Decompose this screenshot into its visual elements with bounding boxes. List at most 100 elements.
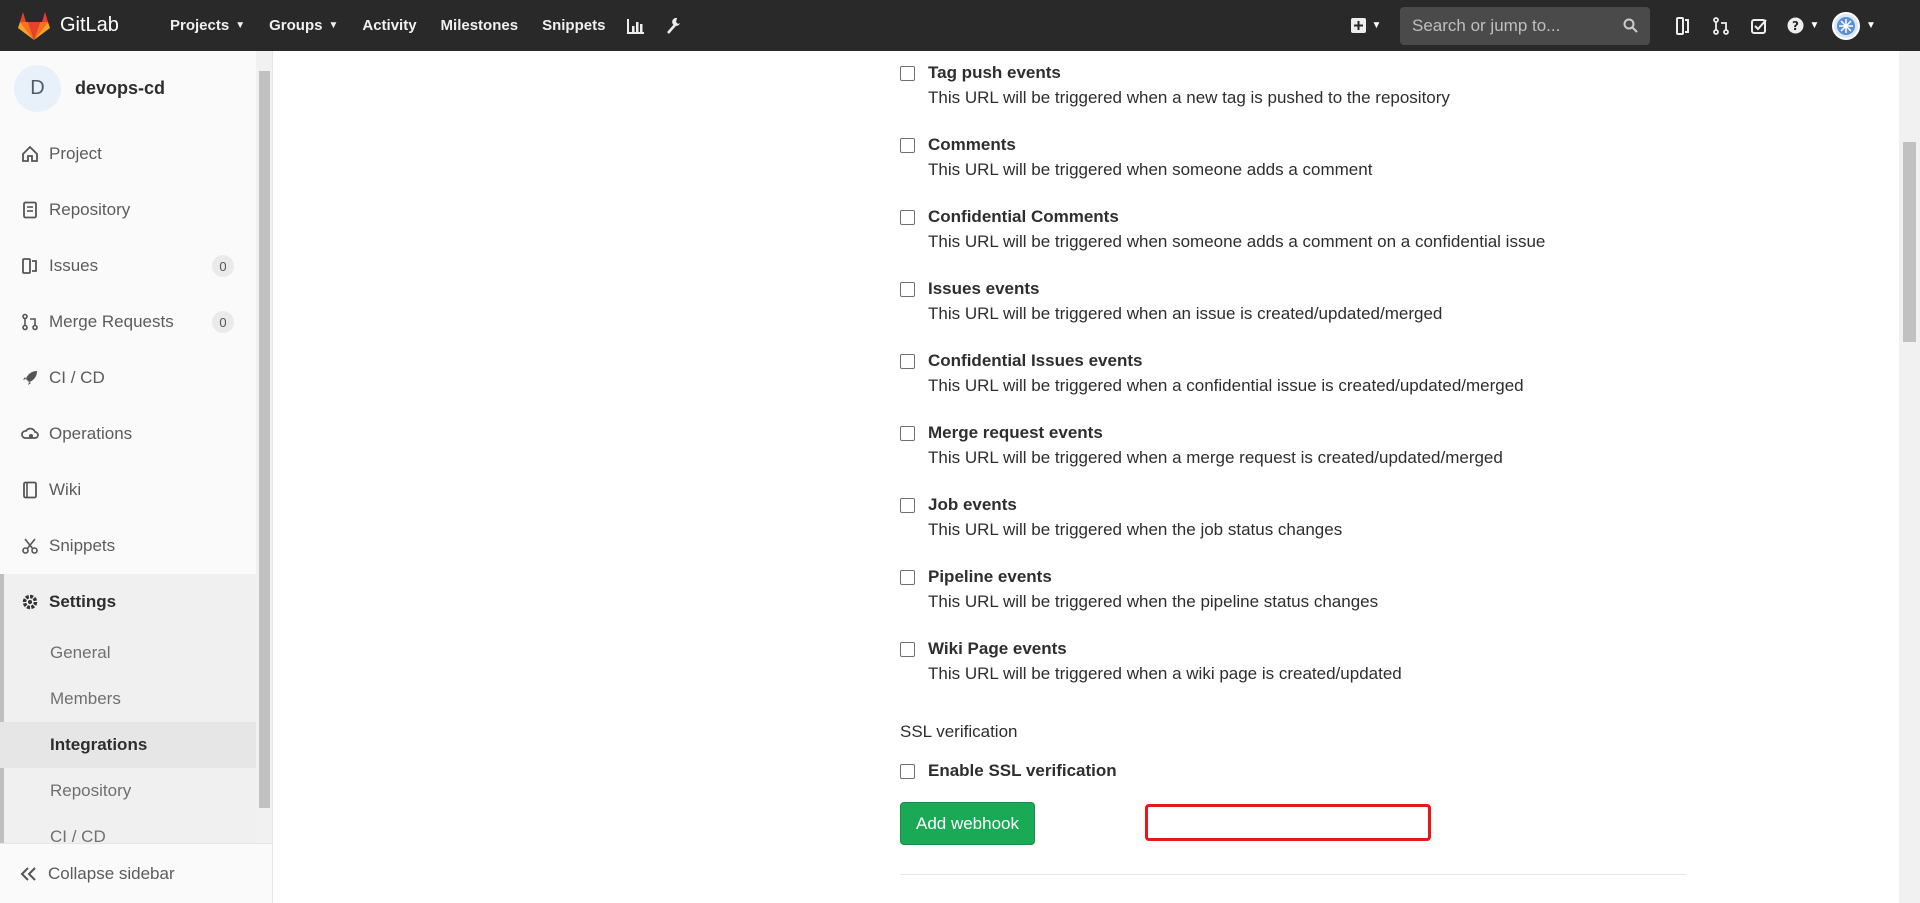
sidebar-item-project[interactable]: Project [0, 126, 272, 182]
event-description: This URL will be triggered when someone … [928, 232, 1546, 251]
event-description: This URL will be triggered when the pipe… [928, 592, 1379, 611]
chevron-down-icon: ▼ [1809, 20, 1820, 31]
sidebar-item-operations[interactable]: Operations [0, 406, 272, 462]
event-description: This URL will be triggered when a merge … [928, 448, 1503, 467]
settings-subitem-integrations[interactable]: Integrations [0, 722, 272, 768]
search-icon [1623, 18, 1638, 33]
chevron-down-icon: ▼ [235, 20, 246, 31]
event-checkbox[interactable] [900, 281, 915, 297]
nav-groups[interactable]: Groups ▼ [257, 0, 350, 51]
sidebar-item-merge-requests[interactable]: Merge Requests 0 [0, 294, 272, 350]
chevron-down-icon: ▼ [328, 20, 339, 31]
project-sidebar: D devops-cd Project Repository Issues 0 Merg… [0, 51, 273, 903]
settings-subitem-repository[interactable]: Repository [0, 768, 272, 814]
search-placeholder: Search or jump to... [1412, 15, 1561, 35]
sidebar-item-wiki[interactable]: Wiki [0, 462, 272, 518]
project-header[interactable]: D devops-cd [0, 51, 272, 126]
event-title[interactable]: Wiki Page events [928, 639, 1067, 659]
event-title[interactable]: Merge request events [928, 423, 1103, 443]
todos-nav-icon[interactable] [1740, 0, 1778, 51]
gitlab-home-link[interactable]: GitLab [18, 11, 158, 41]
event-checkbox[interactable] [900, 353, 915, 369]
sidebar-item-snippets[interactable]: Snippets [0, 518, 272, 574]
event-option-confidential-issues-events: Confidential Issues events This URL will … [900, 351, 1800, 396]
ssl-verification-heading: SSL verification [900, 722, 1018, 741]
collapse-sidebar-label: Collapse sidebar [48, 863, 175, 883]
event-checkbox[interactable] [900, 569, 915, 585]
event-title[interactable]: Job events [928, 495, 1017, 515]
user-menu-dropdown[interactable]: ▼ [1828, 0, 1880, 51]
add-webhook-button[interactable]: Add webhook [900, 802, 1035, 845]
top-navbar: GitLab Projects ▼ Groups ▼ Activity Milestone… [0, 0, 1920, 51]
event-title[interactable]: Issues events [928, 279, 1040, 299]
sidebar-item-issues[interactable]: Issues 0 [0, 238, 272, 294]
nav-snippets[interactable]: Snippets [530, 0, 617, 51]
project-name: devops-cd [75, 78, 166, 98]
help-dropdown[interactable]: ? ▼ [1778, 0, 1828, 51]
chevron-down-icon: ▼ [1371, 20, 1382, 31]
sidebar-item-label: CI / CD [49, 368, 105, 387]
sidebar-item-label: Wiki [49, 480, 82, 499]
event-checkbox[interactable] [900, 65, 915, 81]
event-description: This URL will be triggered when a wiki p… [928, 664, 1402, 683]
project-avatar: D [14, 65, 61, 112]
event-description: This URL will be triggered when a confid… [928, 376, 1524, 395]
settings-submenu: General Members Integrations Repository CI /… [0, 630, 272, 860]
event-title[interactable]: Confidential Comments [928, 207, 1119, 227]
event-checkbox[interactable] [900, 497, 915, 513]
sidebar-item-label: Repository [49, 200, 131, 219]
nav-label: Projects [170, 17, 230, 34]
search-input[interactable]: Search or jump to... [1400, 6, 1650, 45]
event-option-confidential-comments: Confidential Comments This URL will be tr… [900, 207, 1800, 252]
sidebar-item-settings[interactable]: Settings [0, 574, 272, 630]
nav-label: Snippets [542, 17, 606, 34]
event-option-merge-request-events: Merge request events This URL will be tri… [900, 423, 1800, 468]
analytics-icon[interactable] [617, 0, 655, 51]
event-title[interactable]: Tag push events [928, 63, 1061, 83]
event-title[interactable]: Comments [928, 135, 1016, 155]
chevron-down-icon: ▼ [1866, 20, 1876, 31]
new-item-dropdown[interactable]: ▼ [1340, 0, 1392, 51]
settings-subitem-general[interactable]: General [0, 630, 272, 676]
page-scrollbar-thumb[interactable] [1903, 142, 1916, 342]
admin-wrench-icon[interactable] [655, 0, 693, 51]
event-title[interactable]: Pipeline events [928, 567, 1052, 587]
event-checkbox[interactable] [900, 209, 915, 225]
sidebar-item-repository[interactable]: Repository [0, 182, 272, 238]
brand-name: GitLab [60, 14, 119, 36]
merge-icon [20, 313, 40, 331]
main-content: Tag push events This URL will be triggere… [273, 51, 1899, 903]
event-checkbox[interactable] [900, 137, 915, 153]
event-title[interactable]: Confidential Issues events [928, 351, 1142, 371]
sidebar-item-label: Project [49, 144, 102, 163]
nav-label: Milestones [440, 17, 519, 34]
merge-requests-nav-icon[interactable] [1702, 0, 1740, 51]
event-checkbox[interactable] [900, 425, 915, 441]
event-description: This URL will be triggered when a new ta… [928, 88, 1450, 107]
nav-projects[interactable]: Projects ▼ [158, 0, 257, 51]
nav-activity[interactable]: Activity [350, 0, 428, 51]
sidebar-item-label: Snippets [49, 536, 116, 555]
ssl-verification-checkbox[interactable] [900, 763, 915, 779]
doc-icon [20, 201, 40, 219]
collapse-sidebar-button[interactable]: Collapse sidebar [0, 843, 272, 903]
event-description: This URL will be triggered when the job … [928, 520, 1343, 539]
nav-milestones[interactable]: Milestones [429, 0, 531, 51]
settings-subitem-members[interactable]: Members [0, 676, 272, 722]
event-option-wiki-page-events: Wiki Page events This URL will be trigger… [900, 639, 1800, 684]
event-option-pipeline-events: Pipeline events This URL will be triggere… [900, 567, 1800, 612]
sidebar-scrollbar-thumb[interactable] [259, 71, 270, 808]
ssl-verification-checkbox-label[interactable]: Enable SSL verification [928, 761, 1117, 781]
sidebar-item-label: Settings [49, 592, 117, 611]
gear-icon [20, 593, 40, 611]
issues-nav-icon[interactable] [1664, 0, 1702, 51]
highlight-annotation-box [1145, 804, 1431, 841]
sidebar-item-label: Issues [49, 256, 99, 275]
sidebar-item-label: Operations [49, 424, 133, 443]
event-checkbox[interactable] [900, 641, 915, 657]
gitlab-logo-icon [18, 11, 50, 40]
sidebar-item-ci-cd[interactable]: CI / CD [0, 350, 272, 406]
sidebar-item-label: Merge Requests [49, 312, 174, 331]
plus-square-icon [1350, 18, 1366, 33]
nav-label: Activity [362, 17, 417, 34]
